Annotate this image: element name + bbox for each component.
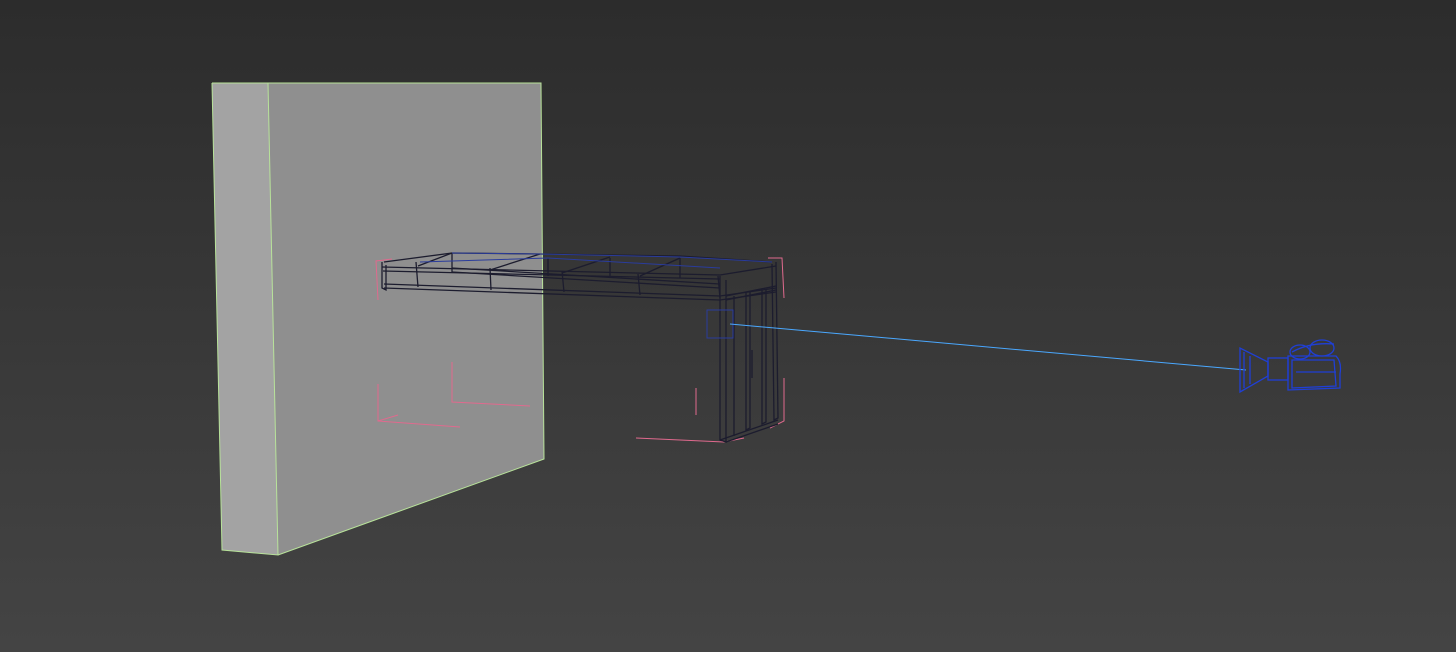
- wall-front-face[interactable]: [268, 83, 544, 555]
- frame-right-post-4: [761, 290, 767, 426]
- camera-target-line: [729, 323, 1247, 371]
- viewport-scene[interactable]: [0, 0, 1456, 652]
- frame-right-post-1: [719, 276, 727, 443]
- wall-object[interactable]: [211, 82, 545, 556]
- camera-icon[interactable]: [1239, 339, 1342, 394]
- frame-right-post-3: [745, 292, 751, 432]
- 3d-viewport[interactable]: [0, 0, 1456, 652]
- frame-right-base: [719, 419, 779, 441]
- wall-side-face[interactable]: [212, 83, 278, 555]
